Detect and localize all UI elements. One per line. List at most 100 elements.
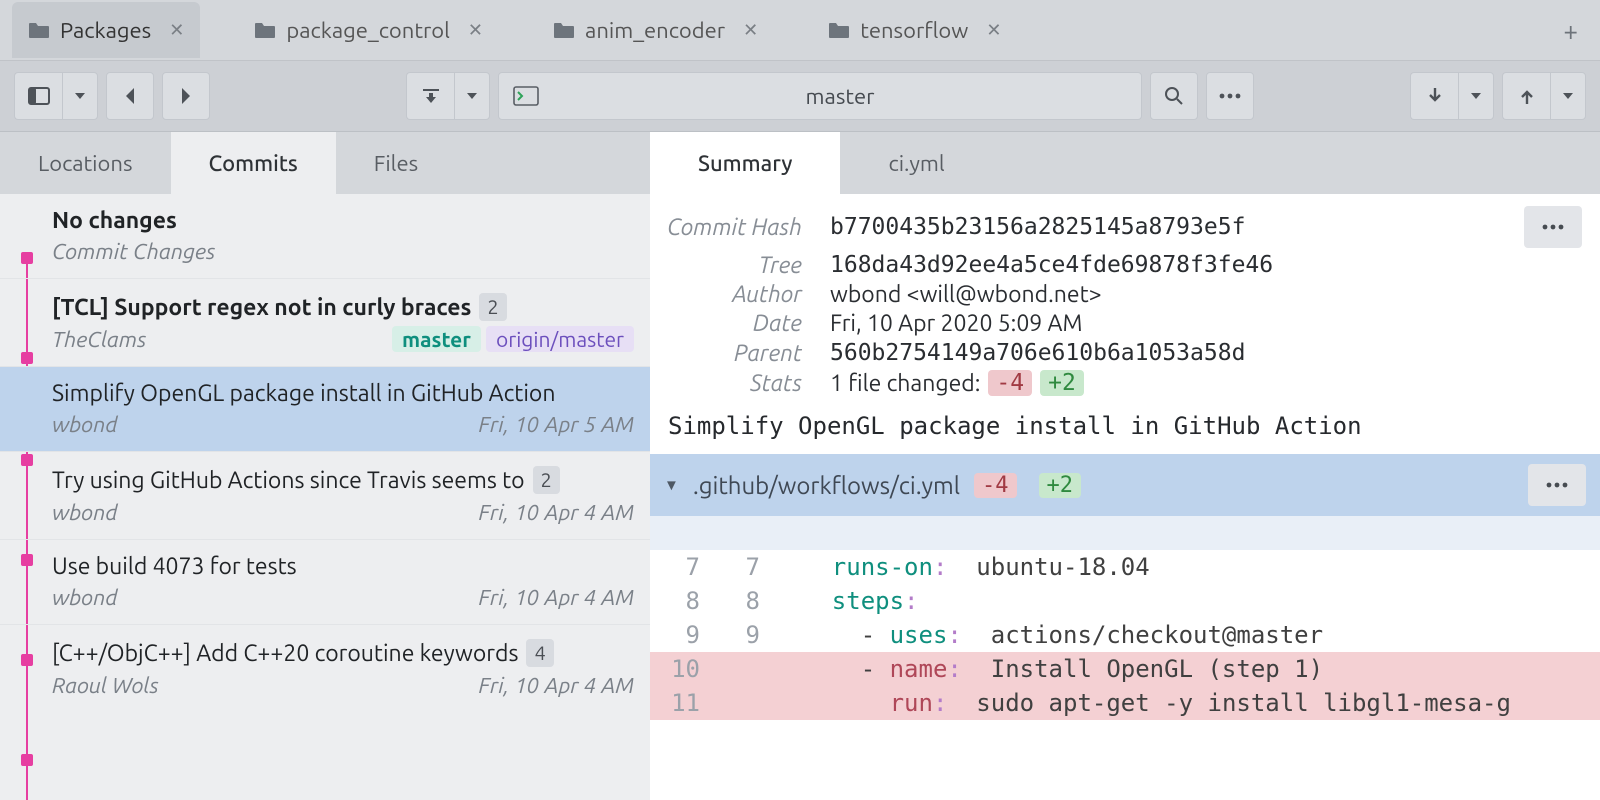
tab-label: Summary [698,151,792,176]
subtab-label: Files [374,151,418,176]
commit-title: [C++/ObjC++] Add C++20 coroutine keyword… [52,641,518,666]
summary-label: Parent [650,341,830,366]
summary-label: Date [650,311,830,336]
commit-entry[interactable]: Simplify OpenGL package install in GitHu… [0,366,650,451]
stash-dropdown[interactable] [454,72,490,120]
commit-hash-menu[interactable] [1524,206,1582,248]
commit-author: wbond [52,412,118,437]
commit-entry[interactable]: Try using GitHub Actions since Travis se… [0,451,650,539]
commit-entry[interactable]: Use build 4073 for tests wbond Fri, 10 A… [0,539,650,624]
folder-icon [28,21,50,39]
commit-title: [TCL] Support regex not in curly braces [52,295,471,320]
summary-label: Stats [650,371,830,396]
diff-line-removed: 11 run: sudo apt-get -y install libgl1-m… [650,686,1600,720]
commit-hash: b7700435b23156a2825145a8793e5f [830,214,1245,240]
push-button[interactable] [1502,72,1550,120]
summary-label: Author [650,282,830,307]
terminal-icon [513,86,539,106]
commit-title: No changes [52,208,177,233]
commit-entry[interactable]: [TCL] Support regex not in curly braces … [0,278,650,366]
push-dropdown[interactable] [1550,72,1586,120]
more-button[interactable] [1206,72,1254,120]
left-subtabs: Locations Commits Files [0,132,650,194]
commit-tree: 168da43d92ee4a5ce4fde69878f3fe46 [830,252,1273,278]
commit-date: Fri, 10 Apr 5 AM [478,412,634,437]
folder-icon [553,21,575,39]
diff-view: 7 7 runs-on: ubuntu-18.04 8 8 steps: 9 9… [650,516,1600,720]
gutter-old: 10 [650,652,710,686]
close-icon[interactable]: ✕ [743,20,758,41]
commit-stats-text: 1 file changed: [830,371,980,396]
folder-icon [828,21,850,39]
file-path: .github/workflows/ci.yml [693,472,960,499]
repo-tab-package-control[interactable]: package_control ✕ [238,2,499,58]
subtab-locations[interactable]: Locations [0,132,171,194]
repo-tab-packages[interactable]: Packages ✕ [12,2,200,58]
commit-parent: 560b2754149a706e610b6a1053a58d [830,340,1245,366]
diff-line: 9 9 - uses: actions/checkout@master [650,618,1600,652]
collapse-icon: ▼ [664,476,679,494]
commit-date: Fri, 10 Apr 4 AM [478,500,634,525]
commit-message: Simplify OpenGL package install in GitHu… [650,398,1600,454]
branch-tag-master: master [392,326,481,352]
branch-name: master [553,84,1127,109]
tab-label: Packages [60,18,151,43]
file-header[interactable]: ▼ .github/workflows/ci.yml -4 +2 [650,454,1600,516]
sidebar-toggle-button[interactable] [14,72,62,120]
tab-label: anim_encoder [585,18,725,43]
subtab-files[interactable]: Files [336,132,456,194]
commit-uncommitted[interactable]: No changes Commit Changes [0,194,650,278]
branch-field[interactable]: master [498,72,1142,120]
folder-icon [254,21,276,39]
search-button[interactable] [1150,72,1198,120]
commit-entry[interactable]: [C++/ObjC++] Add C++20 coroutine keyword… [0,624,650,712]
diff-line: 7 7 runs-on: ubuntu-18.04 [650,550,1600,584]
commit-author: TheClams [52,327,146,352]
close-icon[interactable]: ✕ [468,20,483,41]
gutter-old: 8 [650,584,710,618]
commit-count-badge: 2 [479,293,506,321]
gutter-new [710,686,770,720]
commit-subtitle: Commit Changes [52,239,215,264]
close-icon[interactable]: ✕ [169,20,184,41]
right-tab-summary[interactable]: Summary [650,132,840,194]
diff-line: 8 8 steps: [650,584,1600,618]
commit-count-badge: 4 [526,639,553,667]
diff-line-removed: 10 - name: Install OpenGL (step 1) [650,652,1600,686]
stash-button[interactable] [406,72,454,120]
file-stats-removed: -4 [974,473,1017,498]
tab-label: tensorflow [860,18,968,43]
gutter-old: 7 [650,550,710,584]
file-stats-added: +2 [1039,473,1082,498]
commit-author: Raoul Wols [52,673,159,698]
pull-button[interactable] [1410,72,1458,120]
commit-date: Fri, 10 Apr 4 AM [478,585,634,610]
commit-author: wbond [52,500,118,525]
file-menu[interactable] [1528,464,1586,506]
commit-author: wbond <will@wbond.net> [830,282,1102,307]
commit-date: Fri, 10 Apr 2020 5:09 AM [830,311,1082,336]
stats-added: +2 [1040,370,1084,396]
repo-tab-tensorflow[interactable]: tensorflow ✕ [812,2,1017,58]
sidebar-toggle-dropdown[interactable] [62,72,98,120]
gutter-new: 7 [710,550,770,584]
tab-label: package_control [286,18,450,43]
back-button[interactable] [106,72,154,120]
pull-dropdown[interactable] [1458,72,1494,120]
gutter-old: 11 [650,686,710,720]
gutter-old: 9 [650,618,710,652]
commit-date: Fri, 10 Apr 4 AM [478,673,634,698]
close-icon[interactable]: ✕ [986,20,1001,41]
right-tab-file[interactable]: ci.yml [840,132,992,194]
forward-button[interactable] [162,72,210,120]
commit-title: Simplify OpenGL package install in GitHu… [52,381,556,406]
commit-title: Try using GitHub Actions since Travis se… [52,468,525,493]
summary-label: Tree [650,253,830,278]
subtab-commits[interactable]: Commits [171,132,336,194]
subtab-label: Commits [209,151,298,176]
gutter-new: 8 [710,584,770,618]
add-tab-button[interactable]: + [1549,10,1592,51]
repo-tab-anim-encoder[interactable]: anim_encoder ✕ [537,2,774,58]
commit-author: wbond [52,585,118,610]
branch-tag-origin: origin/master [486,326,634,352]
